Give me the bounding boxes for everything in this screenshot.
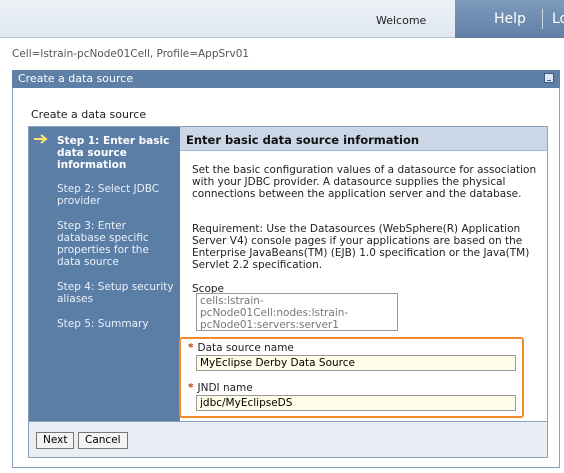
jndi-name-label: * JNDI name [188, 382, 253, 394]
jndi-name-label-text: JNDI name [197, 382, 253, 394]
button-bar: Next Cancel [28, 422, 548, 458]
welcome-text: Welcome [376, 14, 427, 27]
wizard-step-1: Step 1: Enter basic data source informat… [57, 135, 170, 171]
wizard-steps: Step 1: Enter basic data source informat… [29, 127, 180, 421]
panel-title: Create a data source [18, 72, 134, 85]
header-divider [542, 9, 543, 29]
step-description: Set the basic configuration values of a … [192, 164, 537, 200]
wizard-step-5[interactable]: Step 5: Summary [57, 318, 175, 330]
requirement-note: Requirement: Use the Datasources (WebSph… [192, 223, 530, 271]
wizard-step-2[interactable]: Step 2: Select JDBC provider [57, 183, 175, 207]
logout-link[interactable]: Lo [552, 11, 564, 27]
current-step-arrow-icon [34, 134, 48, 144]
minimize-icon[interactable] [544, 73, 554, 83]
wizard-step-3[interactable]: Step 3: Enter database specific properti… [57, 220, 175, 268]
wizard-title: Create a data source [31, 108, 147, 121]
datasource-name-label: * Data source name [188, 342, 294, 354]
top-banner: Welcome Help Lo [0, 0, 564, 38]
datasource-name-label-text: Data source name [197, 342, 294, 354]
context-line: Cell=lstrain-pcNode01Cell, Profile=AppSr… [12, 48, 250, 60]
datasource-name-input[interactable] [196, 355, 516, 371]
jndi-name-input[interactable] [196, 395, 516, 411]
step-heading: Enter basic data source information [180, 127, 547, 151]
help-link[interactable]: Help [494, 11, 526, 27]
next-button[interactable]: Next [36, 432, 75, 449]
scope-value: cells:lstrain-pcNode01Cell:nodes:lstrain… [196, 293, 398, 331]
wizard-step-4[interactable]: Step 4: Setup security aliases [57, 281, 175, 305]
required-marker: * [188, 342, 194, 354]
required-marker: * [188, 382, 194, 394]
cancel-button[interactable]: Cancel [78, 432, 128, 449]
panel-title-bar: Create a data source [12, 70, 560, 88]
